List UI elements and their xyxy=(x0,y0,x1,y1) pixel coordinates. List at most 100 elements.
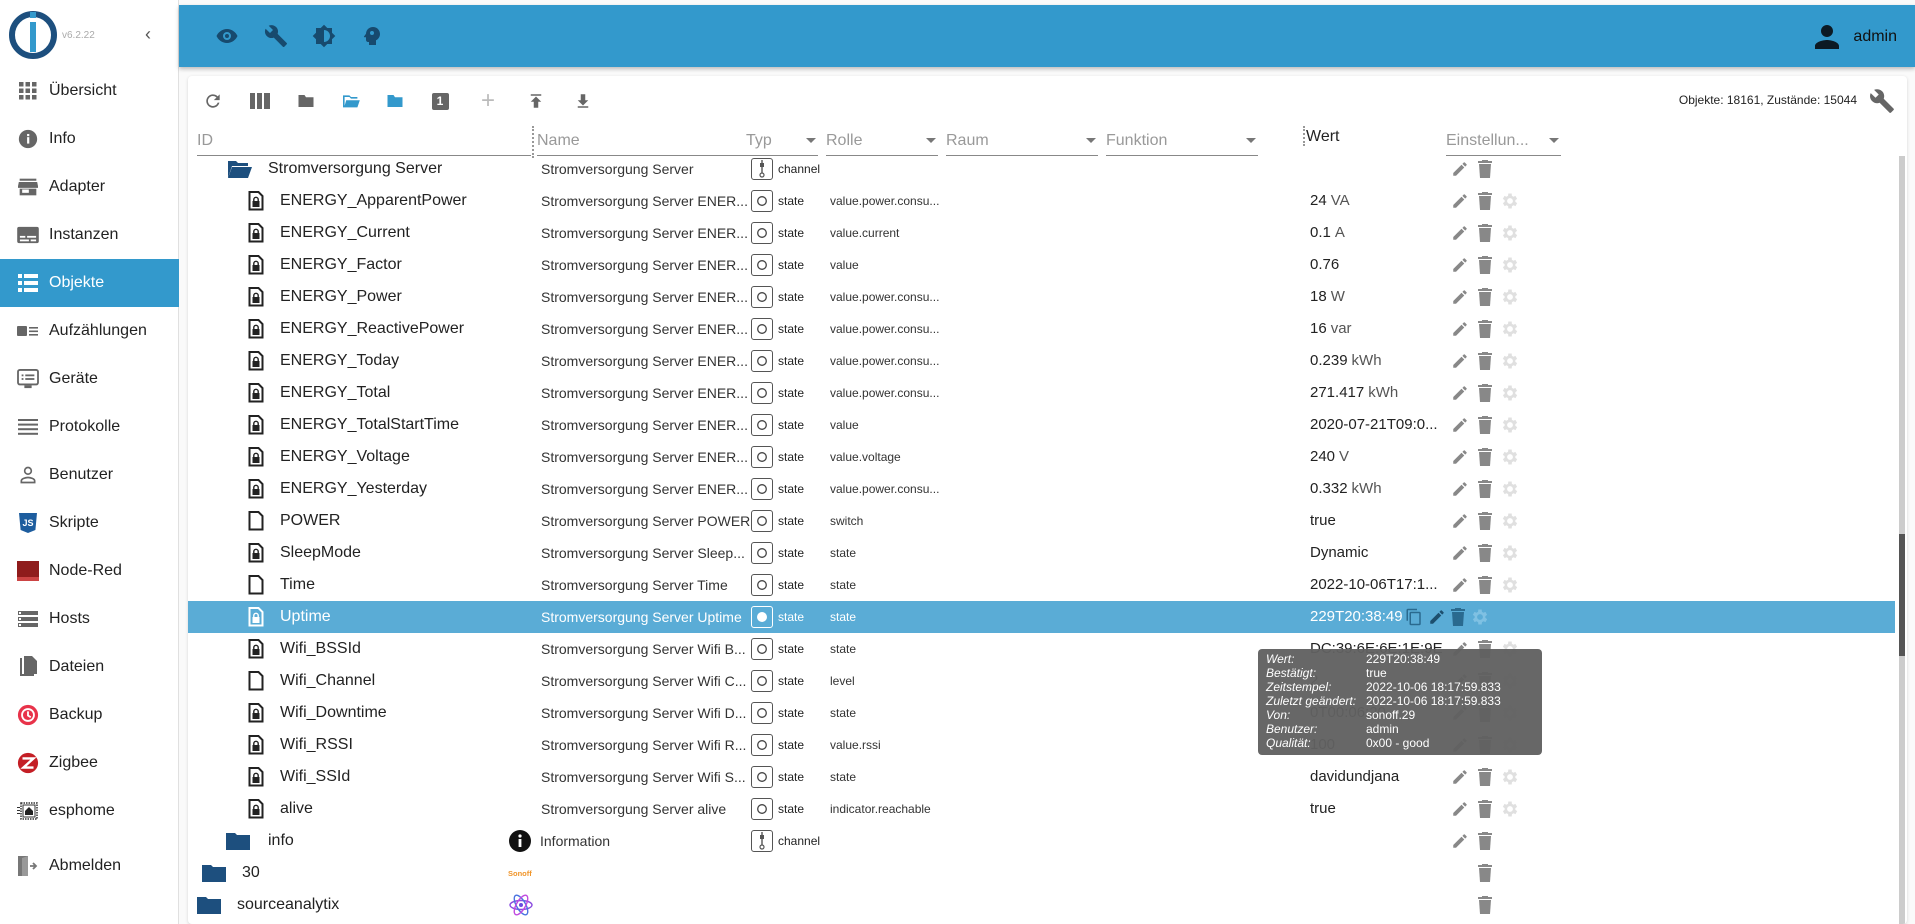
value-cell[interactable]: 240 V xyxy=(1310,441,1450,473)
delete-button[interactable] xyxy=(1475,511,1495,531)
edit-button[interactable] xyxy=(1450,319,1470,339)
edit-button[interactable] xyxy=(1450,351,1470,371)
value-cell[interactable]: 271.417 kWh xyxy=(1310,377,1450,409)
edit-button[interactable] xyxy=(1428,607,1446,627)
tree-row[interactable]: ENERGY_Power Stromversorgung Server ENER.… xyxy=(188,281,1895,313)
settings-button[interactable] xyxy=(1500,511,1520,531)
settings-filter-select[interactable]: Einstellun... xyxy=(1446,126,1561,156)
settings-button[interactable] xyxy=(1500,383,1520,403)
delete-button[interactable] xyxy=(1451,607,1465,627)
edit-button[interactable] xyxy=(1450,447,1470,467)
refresh-button[interactable] xyxy=(200,88,226,114)
tree-row[interactable]: ENERGY_TotalStartTime Stromversorgung Ser… xyxy=(188,409,1895,441)
delete-button[interactable] xyxy=(1475,799,1495,819)
tree-row[interactable]: ENERGY_Current Stromversorgung Server ENE… xyxy=(188,217,1895,249)
edit-button[interactable] xyxy=(1450,831,1470,851)
sidebar-item-instanzen[interactable]: Instanzen xyxy=(0,211,179,259)
value-cell[interactable]: true xyxy=(1310,793,1450,825)
sidebar-item-objekte[interactable]: Objekte xyxy=(0,259,179,307)
tree-row[interactable]: ENERGY_ApparentPower Stromversorgung Serv… xyxy=(188,185,1895,217)
copy-button[interactable] xyxy=(1405,607,1423,627)
tree-row[interactable]: Stromversorgung Server Stromversorgung Se… xyxy=(188,153,1895,185)
download-button[interactable] xyxy=(570,88,596,114)
role-filter-select[interactable]: Rolle xyxy=(826,126,938,156)
delete-button[interactable] xyxy=(1475,415,1495,435)
edit-button[interactable] xyxy=(1450,575,1470,595)
sidebar-item-zigbee[interactable]: Zigbee xyxy=(0,739,179,787)
id-filter-input[interactable]: ID xyxy=(197,126,531,156)
folder-open-icon[interactable] xyxy=(226,159,252,179)
tree-row[interactable]: ENERGY_Voltage Stromversorgung Server ENE… xyxy=(188,441,1895,473)
value-column-resizer[interactable] xyxy=(1303,126,1305,146)
tree-row[interactable]: POWER Stromversorgung Server POWER state sw… xyxy=(188,505,1895,537)
value-cell[interactable]: true xyxy=(1310,505,1450,537)
edit-button[interactable] xyxy=(1450,415,1470,435)
wrench-icon[interactable] xyxy=(264,24,288,48)
delete-button[interactable] xyxy=(1475,191,1495,211)
folder-icon[interactable] xyxy=(226,831,252,851)
vertical-scrollbar[interactable] xyxy=(1899,156,1905,924)
value-cell[interactable]: 24 VA xyxy=(1310,185,1450,217)
delete-button[interactable] xyxy=(1475,575,1495,595)
settings-button[interactable] xyxy=(1500,447,1520,467)
sidebar-item-esphome[interactable]: esphome xyxy=(0,787,179,835)
edit-button[interactable] xyxy=(1450,511,1470,531)
delete-button[interactable] xyxy=(1475,255,1495,275)
delete-button[interactable] xyxy=(1475,223,1495,243)
sidebar-item-adapter[interactable]: Adapter xyxy=(0,163,179,211)
tree-row[interactable]: Time Stromversorgung Server Time state stat… xyxy=(188,569,1895,601)
depth-level-button[interactable]: 1 xyxy=(427,88,453,114)
tree-row[interactable]: ENERGY_Total Stromversorgung Server ENER.… xyxy=(188,377,1895,409)
sidebar-item--bersicht[interactable]: Übersicht xyxy=(0,67,179,115)
sidebar-item-protokolle[interactable]: Protokolle xyxy=(0,403,179,451)
value-cell[interactable]: 16 var xyxy=(1310,313,1450,345)
room-filter-select[interactable]: Raum xyxy=(946,126,1098,156)
sidebar-item-hosts[interactable]: Hosts xyxy=(0,595,179,643)
delete-button[interactable] xyxy=(1475,447,1495,467)
scrollbar-thumb[interactable] xyxy=(1899,534,1905,656)
add-object-button[interactable]: + xyxy=(475,88,501,114)
sidebar-item-skripte[interactable]: JS Skripte xyxy=(0,499,179,547)
type-filter-select[interactable]: Typ xyxy=(746,126,818,156)
settings-button[interactable] xyxy=(1470,607,1490,627)
expand-one-button[interactable] xyxy=(338,88,364,114)
sidebar-item-benutzer[interactable]: Benutzer xyxy=(0,451,179,499)
edit-button[interactable] xyxy=(1450,799,1470,819)
collapse-all-button[interactable] xyxy=(293,88,319,114)
settings-button[interactable] xyxy=(1500,319,1520,339)
sidebar-item-backup[interactable]: Backup xyxy=(0,691,179,739)
delete-button[interactable] xyxy=(1475,479,1495,499)
tree-row[interactable]: SleepMode Stromversorgung Server Sleep...… xyxy=(188,537,1895,569)
user-menu[interactable]: admin xyxy=(1809,19,1897,55)
settings-button[interactable] xyxy=(1500,415,1520,435)
edit-button[interactable] xyxy=(1450,159,1470,179)
expand-all-button[interactable] xyxy=(382,88,408,114)
delete-button[interactable] xyxy=(1475,319,1495,339)
value-cell[interactable]: davidundjana xyxy=(1310,761,1450,793)
tree-row[interactable]: Wifi_Downtime Stromversorgung Server Wifi… xyxy=(188,697,1895,729)
sidebar-item-dateien[interactable]: Dateien xyxy=(0,643,179,691)
edit-button[interactable] xyxy=(1450,223,1470,243)
settings-button[interactable] xyxy=(1500,255,1520,275)
settings-button[interactable] xyxy=(1500,479,1520,499)
value-cell[interactable]: Dynamic xyxy=(1310,537,1450,569)
folder-icon[interactable] xyxy=(202,863,228,883)
value-cell[interactable]: 0.1 A xyxy=(1310,217,1450,249)
settings-button[interactable] xyxy=(1500,799,1520,819)
settings-button[interactable] xyxy=(1500,223,1520,243)
tree-row[interactable]: 30 Sonoff xyxy=(188,857,1895,889)
theme-icon[interactable] xyxy=(312,24,336,48)
settings-button[interactable] xyxy=(1500,351,1520,371)
tree-row[interactable]: Wifi_Channel Stromversorgung Server Wifi … xyxy=(188,665,1895,697)
settings-button[interactable] xyxy=(1500,575,1520,595)
tree-row[interactable]: ENERGY_ReactivePower Stromversorgung Serv… xyxy=(188,313,1895,345)
edit-button[interactable] xyxy=(1450,191,1470,211)
delete-button[interactable] xyxy=(1475,831,1495,851)
columns-button[interactable] xyxy=(247,88,273,114)
tree-row[interactable]: Wifi_SSId Stromversorgung Server Wifi S..… xyxy=(188,761,1895,793)
settings-wrench-icon[interactable] xyxy=(1869,88,1895,114)
value-cell[interactable]: 2020-07-21T09:0... xyxy=(1310,409,1450,441)
upload-button[interactable] xyxy=(523,88,549,114)
edit-button[interactable] xyxy=(1450,383,1470,403)
value-cell[interactable]: 2022-10-06T17:1... xyxy=(1310,569,1450,601)
